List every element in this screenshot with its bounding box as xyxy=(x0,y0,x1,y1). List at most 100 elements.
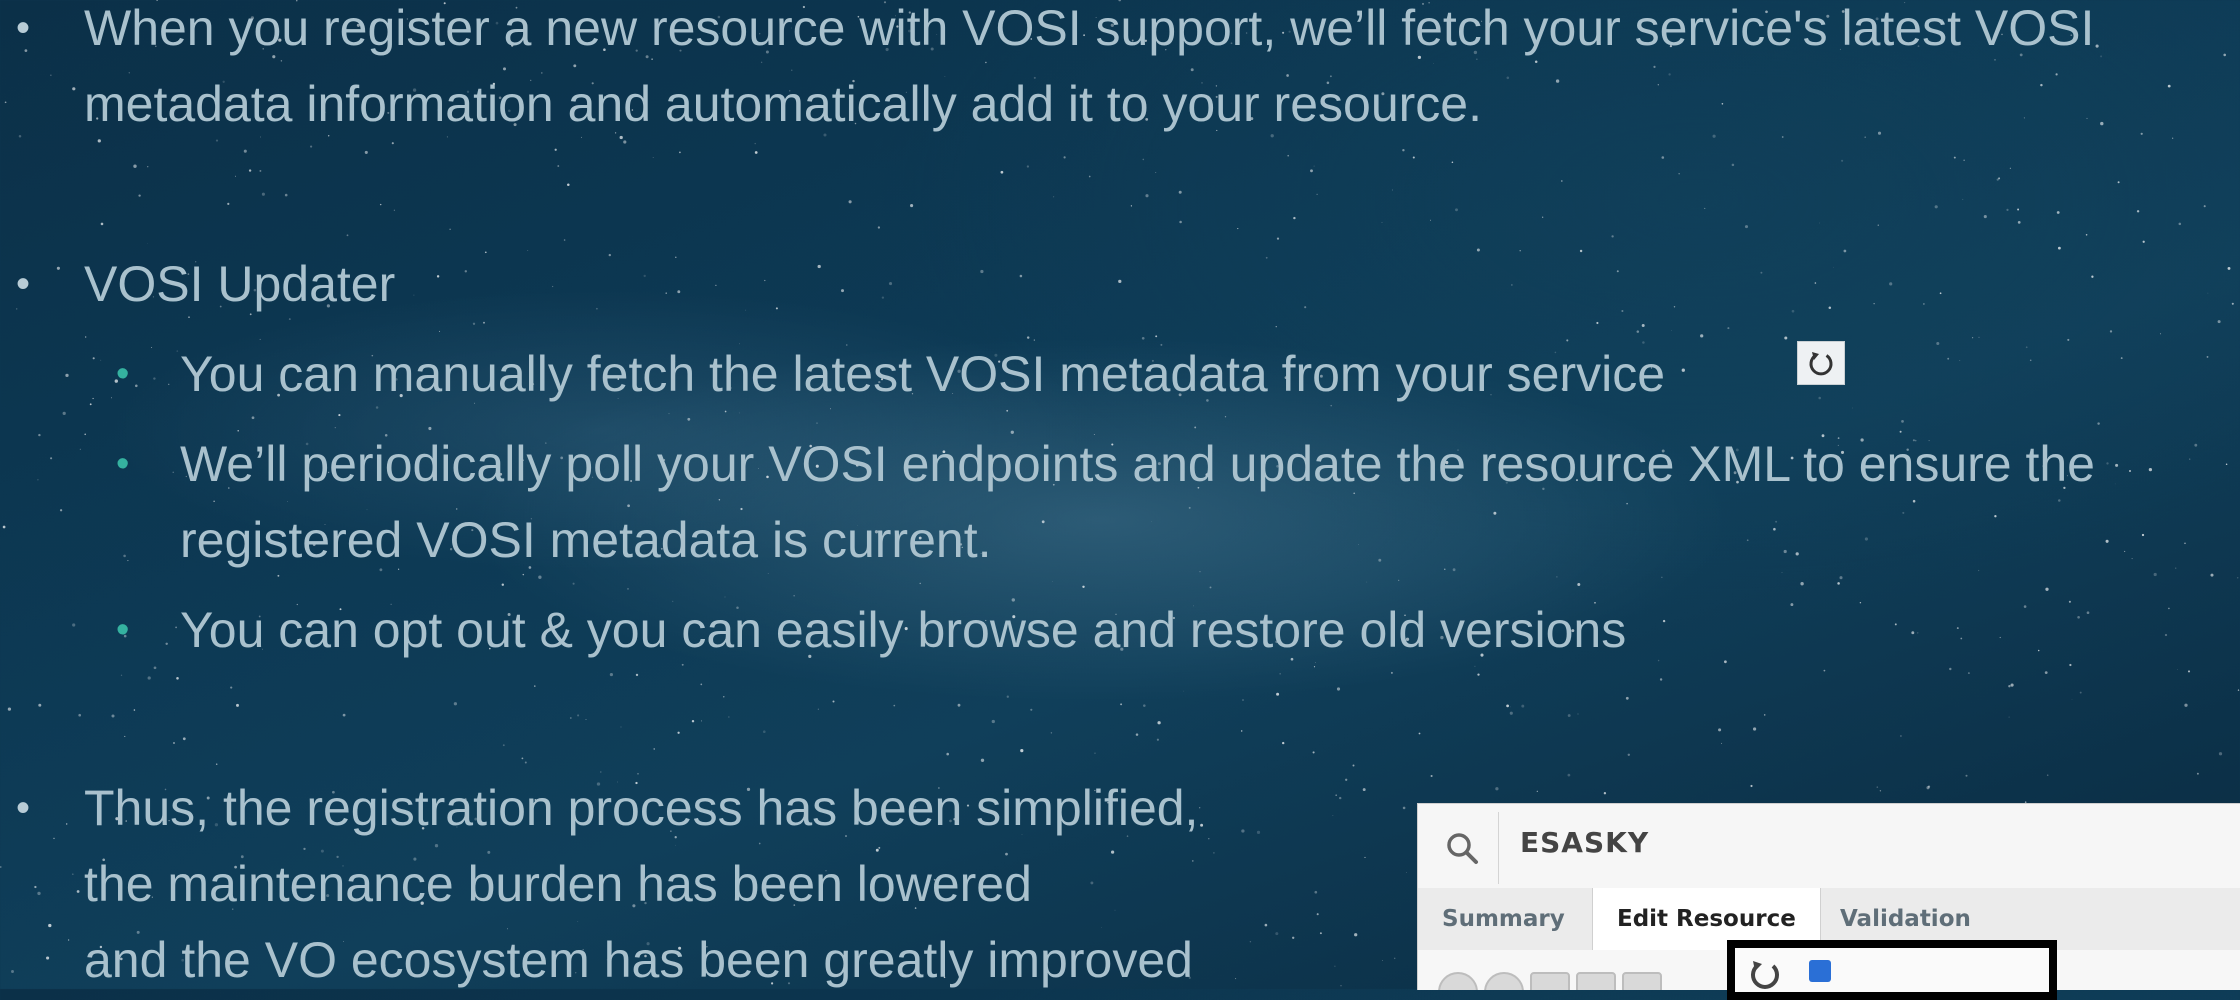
star xyxy=(124,735,126,737)
star xyxy=(1704,207,1706,209)
star xyxy=(1082,585,1085,589)
expand-button[interactable] xyxy=(1622,972,1662,990)
collapse-button[interactable] xyxy=(1576,972,1616,990)
star xyxy=(1455,208,1458,212)
sub-bullet-opt-out: You can opt out & you can easily browse … xyxy=(116,592,1626,668)
star xyxy=(2017,221,2021,224)
star xyxy=(2194,443,2198,447)
star xyxy=(92,357,95,360)
star xyxy=(2159,333,2162,335)
star xyxy=(261,192,265,196)
star xyxy=(1596,321,1599,325)
refresh-button[interactable] xyxy=(1797,341,1845,385)
star xyxy=(1241,829,1245,833)
star xyxy=(1511,284,1513,286)
star xyxy=(1965,774,1968,777)
star xyxy=(1678,173,1680,175)
star xyxy=(1145,194,1149,198)
star xyxy=(2067,338,2070,341)
star xyxy=(2023,605,2027,608)
star xyxy=(563,239,566,241)
star xyxy=(248,169,252,172)
star xyxy=(1052,196,1055,198)
star xyxy=(1911,631,1915,635)
star xyxy=(1310,169,1313,173)
star xyxy=(1282,741,1285,745)
star xyxy=(100,222,104,226)
star xyxy=(1006,695,1009,698)
star xyxy=(147,676,151,680)
star xyxy=(379,203,382,206)
star xyxy=(596,307,598,310)
star xyxy=(1579,249,1583,253)
star xyxy=(1923,303,1925,305)
bullet-vosi-support: When you register a new resource with VO… xyxy=(16,0,2095,142)
star xyxy=(1208,838,1210,840)
star xyxy=(436,275,440,278)
star xyxy=(957,703,961,707)
star xyxy=(449,228,451,231)
star xyxy=(1700,334,1704,338)
star xyxy=(1731,163,1735,167)
star xyxy=(1020,748,1024,753)
star xyxy=(679,151,681,154)
star xyxy=(620,726,622,728)
star xyxy=(502,744,505,747)
star xyxy=(715,284,717,287)
star xyxy=(1026,165,1030,168)
star xyxy=(881,296,885,299)
bullet-text-line: metadata information and automatically a… xyxy=(84,76,1482,132)
star xyxy=(484,251,487,254)
star xyxy=(1287,154,1290,157)
star xyxy=(572,582,575,585)
star xyxy=(1536,790,1538,792)
star xyxy=(762,730,766,734)
star xyxy=(1156,738,1159,741)
star xyxy=(133,164,137,168)
star xyxy=(393,209,396,211)
star xyxy=(2206,355,2209,358)
star xyxy=(1381,222,1383,223)
tab-summary[interactable]: Summary xyxy=(1418,888,1589,950)
save-button[interactable] xyxy=(1530,972,1570,990)
star xyxy=(501,583,504,586)
refresh-icon[interactable] xyxy=(1745,956,1785,996)
star xyxy=(2128,469,2132,473)
search-button[interactable] xyxy=(1426,812,1499,884)
star xyxy=(1828,306,1832,309)
star xyxy=(1366,581,1368,583)
star xyxy=(1673,306,1676,308)
star xyxy=(1088,175,1091,178)
star xyxy=(1393,957,1396,960)
undo-button[interactable] xyxy=(1438,972,1478,990)
star xyxy=(120,674,123,676)
star xyxy=(92,397,94,400)
star xyxy=(700,683,703,686)
star xyxy=(534,685,536,687)
star xyxy=(2068,600,2071,603)
star xyxy=(1200,823,1204,827)
star xyxy=(888,282,893,286)
star xyxy=(1873,303,1875,305)
auto-update-checkbox[interactable] xyxy=(1809,960,1831,982)
star xyxy=(65,373,69,378)
star xyxy=(1962,198,1964,200)
star xyxy=(2100,55,2103,58)
panel-header: ESASKY xyxy=(1418,804,2240,889)
star xyxy=(554,148,557,151)
bullet-text-line: When you register a new resource with VO… xyxy=(84,0,2095,56)
star xyxy=(2218,752,2223,756)
star xyxy=(687,417,691,421)
star xyxy=(551,285,554,288)
star xyxy=(1340,985,1342,987)
redo-button[interactable] xyxy=(1484,972,1524,990)
star xyxy=(2217,320,2221,324)
star xyxy=(2095,44,2099,48)
star xyxy=(816,422,818,424)
star xyxy=(2010,683,2014,687)
star xyxy=(37,891,41,896)
star xyxy=(2131,558,2133,560)
star xyxy=(38,703,42,707)
star xyxy=(1118,279,1122,284)
star xyxy=(2025,346,2028,349)
